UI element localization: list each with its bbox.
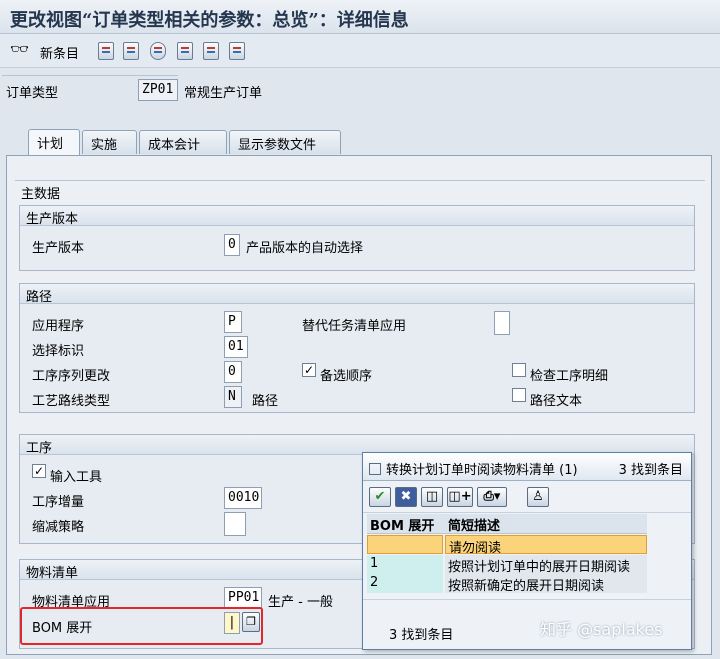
popup-status: 3 找到条目 bbox=[389, 628, 454, 643]
routing-type-description: 路径 bbox=[252, 394, 279, 409]
check-operation-detail-label: 检查工序明细 bbox=[530, 369, 609, 384]
group-title: 生产版本 bbox=[20, 206, 694, 227]
delete-icon[interactable] bbox=[123, 42, 139, 60]
routing-text-label: 路径文本 bbox=[530, 394, 583, 409]
row-key bbox=[367, 535, 443, 554]
check-operation-detail-checkbox[interactable] bbox=[512, 363, 526, 377]
divider bbox=[15, 180, 705, 181]
glasses-icon[interactable]: 👓︎ bbox=[10, 40, 29, 58]
routing-type-label: 工艺路线类型 bbox=[32, 394, 111, 409]
reduction-strategy-field[interactable] bbox=[224, 512, 246, 536]
settings-icon[interactable]: ♙ bbox=[527, 487, 549, 507]
alt-sequence-label: 备选顺序 bbox=[320, 369, 373, 384]
master-data-title: 主数据 bbox=[21, 187, 61, 202]
undo-icon[interactable] bbox=[150, 42, 166, 60]
production-version-field[interactable]: 0 bbox=[224, 234, 240, 256]
sequence-change-label: 工序序列更改 bbox=[32, 369, 111, 384]
routing-text-checkbox[interactable] bbox=[512, 388, 526, 402]
confirm-icon[interactable]: ✔ bbox=[369, 487, 391, 507]
bom-application-field[interactable]: PP01 bbox=[224, 587, 262, 609]
row-key: 1 bbox=[367, 555, 443, 574]
sequence-change-field[interactable]: 0 bbox=[224, 361, 242, 383]
popup-toolbar: ✔ ✖ ◫ ◫+ ⎙▾ ♙ bbox=[363, 481, 691, 513]
watermark: 知乎 @saplakes bbox=[540, 620, 663, 639]
column-header-bom-explosion: BOM 展开 bbox=[370, 519, 435, 534]
application-field[interactable]: P bbox=[224, 311, 242, 333]
cancel-icon[interactable]: ✖ bbox=[395, 487, 417, 507]
table-row[interactable]: 1 按照计划订单中的展开日期阅读 bbox=[367, 555, 647, 575]
input-tools-checkbox[interactable]: ✓ bbox=[32, 464, 46, 478]
row-description: 按照计划订单中的展开日期阅读 bbox=[445, 555, 647, 575]
highlight-box bbox=[20, 607, 263, 645]
order-type-label: 订单类型 bbox=[6, 86, 59, 101]
increment-field[interactable]: 0010 bbox=[224, 487, 262, 509]
application-toolbar: 👓︎ 新条目 bbox=[0, 34, 720, 68]
row-description: 按照新确定的展开日期阅读 bbox=[445, 574, 647, 594]
production-version-label: 生产版本 bbox=[32, 241, 85, 256]
divider bbox=[2, 68, 178, 76]
order-type-description: 常规生产订单 bbox=[184, 86, 263, 101]
selection-id-field[interactable]: 01 bbox=[224, 336, 248, 358]
new-entries-button[interactable]: 新条目 bbox=[40, 43, 79, 62]
increment-label: 工序增量 bbox=[32, 495, 85, 510]
window-icon bbox=[369, 463, 381, 475]
divider bbox=[363, 599, 691, 600]
group-title: 路径 bbox=[20, 284, 694, 305]
selection-id-label: 选择标识 bbox=[32, 344, 85, 359]
alt-task-list-field[interactable] bbox=[494, 311, 510, 335]
routing-type-field[interactable]: N bbox=[224, 386, 242, 408]
header-area: 订单类型 ZP01 常规生产订单 bbox=[0, 68, 720, 120]
bom-application-description: 生产 - 一般 bbox=[268, 595, 333, 610]
popup-title: 转换计划订单时阅读物料清单 (1) bbox=[386, 463, 578, 478]
binoculars-icon[interactable]: ◫ bbox=[421, 487, 443, 507]
production-version-group: 生产版本 生产版本 0 产品版本的自动选择 bbox=[19, 205, 695, 271]
popup-table-header: BOM 展开 简短描述 bbox=[367, 514, 647, 534]
print-icon[interactable]: ⎙▾ bbox=[477, 487, 507, 507]
alt-task-list-label: 替代任务清单应用 bbox=[302, 319, 407, 334]
routing-group: 路径 应用程序 P 选择标识 01 工序序列更改 0 工艺路线类型 N 路径 替… bbox=[19, 283, 695, 413]
find-next-icon[interactable]: ◫+ bbox=[447, 487, 473, 507]
order-type-field[interactable]: ZP01 bbox=[138, 79, 178, 101]
table-row[interactable]: 2 按照新确定的展开日期阅读 bbox=[367, 574, 647, 594]
row-description: 请勿阅读 bbox=[445, 535, 647, 556]
tab-implementation[interactable]: 实施 bbox=[82, 130, 137, 154]
column-header-description: 简短描述 bbox=[448, 519, 501, 534]
application-label: 应用程序 bbox=[32, 319, 85, 334]
window-title: 更改视图“订单类型相关的参数：总览”：详细信息 bbox=[0, 0, 720, 34]
tab-planning[interactable]: 计划 bbox=[28, 129, 80, 155]
copy-icon[interactable] bbox=[98, 42, 114, 60]
popup-found-count: 3 找到条目 bbox=[618, 463, 683, 478]
reduction-strategy-label: 缩减策略 bbox=[32, 520, 85, 535]
row-key: 2 bbox=[367, 574, 443, 593]
tab-display-profile[interactable]: 显示参数文件 bbox=[229, 130, 341, 154]
table-row[interactable]: 请勿阅读 bbox=[367, 535, 647, 556]
select-all-icon[interactable] bbox=[177, 42, 193, 60]
tab-cost-accounting[interactable]: 成本会计 bbox=[139, 130, 227, 154]
print-icon[interactable] bbox=[229, 42, 245, 60]
deselect-icon[interactable] bbox=[203, 42, 219, 60]
popup-title-bar: 转换计划订单时阅读物料清单 (1) 3 找到条目 bbox=[363, 453, 691, 481]
alt-sequence-checkbox[interactable]: ✓ bbox=[302, 363, 316, 377]
production-version-description: 产品版本的自动选择 bbox=[246, 241, 364, 256]
input-tools-label: 输入工具 bbox=[50, 470, 103, 485]
